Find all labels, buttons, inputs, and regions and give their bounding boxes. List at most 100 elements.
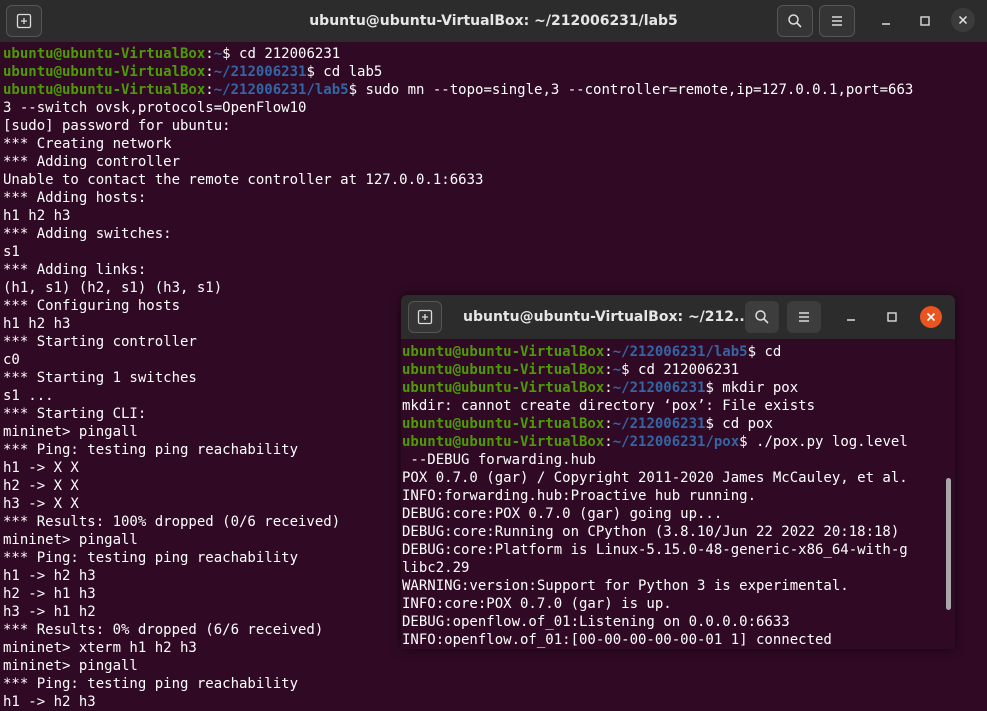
terminal-text: :: [604, 362, 613, 378]
terminal-line: ubuntu@ubuntu-VirtualBox:~/212006231/pox…: [402, 433, 955, 451]
terminal-line: --DEBUG forwarding.hub: [402, 451, 955, 469]
terminal-text: $ cd 212006231: [222, 46, 341, 62]
terminal-text: DEBUG:core:POX 0.7.0 (gar) going up...: [402, 506, 723, 522]
pox-scrollbar[interactable]: [946, 478, 951, 610]
terminal-text: h1 h2 h3: [3, 208, 71, 224]
terminal-line: mininet> pingall: [3, 657, 987, 675]
prompt-user-host: ubuntu@ubuntu-VirtualBox: [3, 46, 206, 62]
terminal-line: INFO:openflow.of_01:[00-00-00-00-00-01 1…: [402, 631, 955, 649]
terminal-text: *** Starting CLI:: [3, 406, 147, 422]
terminal-text: $ cd 212006231: [621, 362, 740, 378]
pox-search-button[interactable]: [745, 301, 779, 333]
terminal-text: *** Adding switches:: [3, 226, 172, 242]
pox-close-button[interactable]: [920, 306, 942, 328]
terminal-line: ubuntu@ubuntu-VirtualBox:~$ cd 212006231: [3, 45, 987, 63]
terminal-line: h1 -> h2 h3: [3, 693, 987, 711]
menu-icon: [832, 16, 842, 26]
terminal-text: :: [604, 434, 613, 450]
prompt-user-host: ubuntu@ubuntu-VirtualBox: [3, 82, 206, 98]
terminal-text: mininet> pingall: [3, 658, 138, 674]
maximize-button[interactable]: [911, 7, 939, 35]
terminal-text: *** Results: 0% dropped (6/6 received): [3, 622, 324, 638]
terminal-text: *** Ping: testing ping reachability: [3, 550, 299, 566]
terminal-text: INFO:core:POX 0.7.0 (gar) is up.: [402, 596, 672, 612]
terminal-text: [sudo] password for ubuntu:: [3, 118, 231, 134]
terminal-text: :: [604, 380, 613, 396]
prompt-path: ~/212006231: [612, 416, 706, 432]
terminal-text: mininet> pingall: [3, 424, 138, 440]
terminal-line: ubuntu@ubuntu-VirtualBox:~/212006231/lab…: [3, 81, 987, 99]
terminal-text: *** Creating network: [3, 136, 172, 152]
terminal-line: *** Ping: testing ping reachability: [3, 675, 987, 693]
terminal-text: $ cd: [747, 344, 782, 360]
terminal-line: DEBUG:core:POX 0.7.0 (gar) going up...: [402, 505, 955, 523]
prompt-path: ~: [213, 46, 223, 62]
terminal-text: DEBUG:core:Running on CPython (3.8.10/Ju…: [402, 524, 900, 540]
terminal-line: ubuntu@ubuntu-VirtualBox:~$ cd 212006231: [402, 361, 955, 379]
terminal-text: DEBUG:openflow.of_01:Listening on 0.0.0.…: [402, 614, 790, 630]
terminal-text: h2 -> X X: [3, 478, 79, 494]
terminal-line: *** Adding controller: [3, 153, 987, 171]
terminal-line: *** Adding switches:: [3, 225, 987, 243]
terminal-text: POX 0.7.0 (gar) / Copyright 2011-2020 Ja…: [402, 470, 908, 486]
prompt-path: ~/212006231: [612, 380, 706, 396]
terminal-text: $ mkdir pox: [705, 380, 799, 396]
minimize-button[interactable]: [872, 7, 900, 35]
terminal-text: *** Ping: testing ping reachability: [3, 442, 299, 458]
terminal-line: h1 h2 h3: [3, 207, 987, 225]
terminal-text: WARNING:version:Support for Python 3 is …: [402, 578, 849, 594]
terminal-text: h1 -> X X: [3, 460, 79, 476]
terminal-text: s1: [3, 244, 20, 260]
pox-window-title: ubuntu@ubuntu-VirtualBox: ~/212...: [463, 309, 750, 325]
minimize-icon: [847, 319, 855, 321]
terminal-text: s1 ...: [3, 388, 54, 404]
terminal-text: *** Adding links:: [3, 262, 147, 278]
pox-menu-button[interactable]: [787, 301, 821, 333]
terminal-text: h1 h2 h3: [3, 316, 71, 332]
terminal-text: --DEBUG forwarding.hub: [402, 452, 596, 468]
close-icon: [926, 312, 936, 322]
terminal-line: INFO:forwarding.hub:Proactive hub runnin…: [402, 487, 955, 505]
terminal-text: *** Configuring hosts: [3, 298, 181, 314]
terminal-line: INFO:core:POX 0.7.0 (gar) is up.: [402, 595, 955, 613]
terminal-text: :: [205, 82, 214, 98]
pox-titlebar[interactable]: ubuntu@ubuntu-VirtualBox: ~/212...: [401, 295, 955, 339]
prompt-user-host: ubuntu@ubuntu-VirtualBox: [3, 64, 206, 80]
search-button[interactable]: [777, 5, 813, 37]
terminal-text: *** Adding controller: [3, 154, 181, 170]
pox-maximize-button[interactable]: [880, 305, 904, 329]
terminal-text: *** Starting controller: [3, 334, 197, 350]
terminal-line: mkdir: cannot create directory ‘pox’: Fi…: [402, 397, 955, 415]
terminal-text: *** Adding hosts:: [3, 190, 147, 206]
terminal-text: INFO:forwarding.hub:Proactive hub runnin…: [402, 488, 757, 504]
terminal-text: $ cd pox: [705, 416, 773, 432]
terminal-line: libc2.29: [402, 559, 955, 577]
prompt-user-host: ubuntu@ubuntu-VirtualBox: [402, 434, 605, 450]
terminal-line: *** Creating network: [3, 135, 987, 153]
terminal-line: ubuntu@ubuntu-VirtualBox:~/212006231$ cd…: [402, 415, 955, 433]
terminal-text: DEBUG:core:Platform is Linux-5.15.0-48-g…: [402, 542, 908, 558]
terminal-text: :: [604, 416, 613, 432]
terminal-line: ubuntu@ubuntu-VirtualBox:~/212006231/lab…: [402, 343, 955, 361]
terminal-text: libc2.29: [402, 560, 470, 576]
terminal-line: DEBUG:openflow.of_01:Listening on 0.0.0.…: [402, 613, 955, 631]
pox-terminal-output[interactable]: ubuntu@ubuntu-VirtualBox:~/212006231/lab…: [402, 343, 955, 649]
terminal-line: DEBUG:core:Platform is Linux-5.15.0-48-g…: [402, 541, 955, 559]
prompt-path: ~/212006231: [213, 64, 307, 80]
terminal-text: $ sudo mn --topo=single,3 --controller=r…: [348, 82, 914, 98]
terminal-text: 3 --switch ovsk,protocols=OpenFlow10: [3, 100, 307, 116]
terminal-text: :: [205, 46, 214, 62]
terminal-line: WARNING:version:Support for Python 3 is …: [402, 577, 955, 595]
terminal-text: h1 -> h2 h3: [3, 568, 96, 584]
pox-new-tab-button[interactable]: [408, 301, 442, 333]
terminal-text: INFO:openflow.of_01:[00-00-00-00-00-01 1…: [402, 632, 832, 648]
terminal-line: POX 0.7.0 (gar) / Copyright 2011-2020 Ja…: [402, 469, 955, 487]
new-tab-button[interactable]: [6, 5, 42, 37]
search-icon: [788, 14, 802, 28]
terminal-text: (h1, s1) (h2, s1) (h3, s1): [3, 280, 223, 296]
menu-button[interactable]: [819, 5, 855, 37]
close-button[interactable]: [951, 8, 975, 32]
main-titlebar[interactable]: ubuntu@ubuntu-VirtualBox: ~/212006231/la…: [0, 0, 987, 42]
pox-minimize-button[interactable]: [839, 305, 863, 329]
prompt-user-host: ubuntu@ubuntu-VirtualBox: [402, 344, 605, 360]
